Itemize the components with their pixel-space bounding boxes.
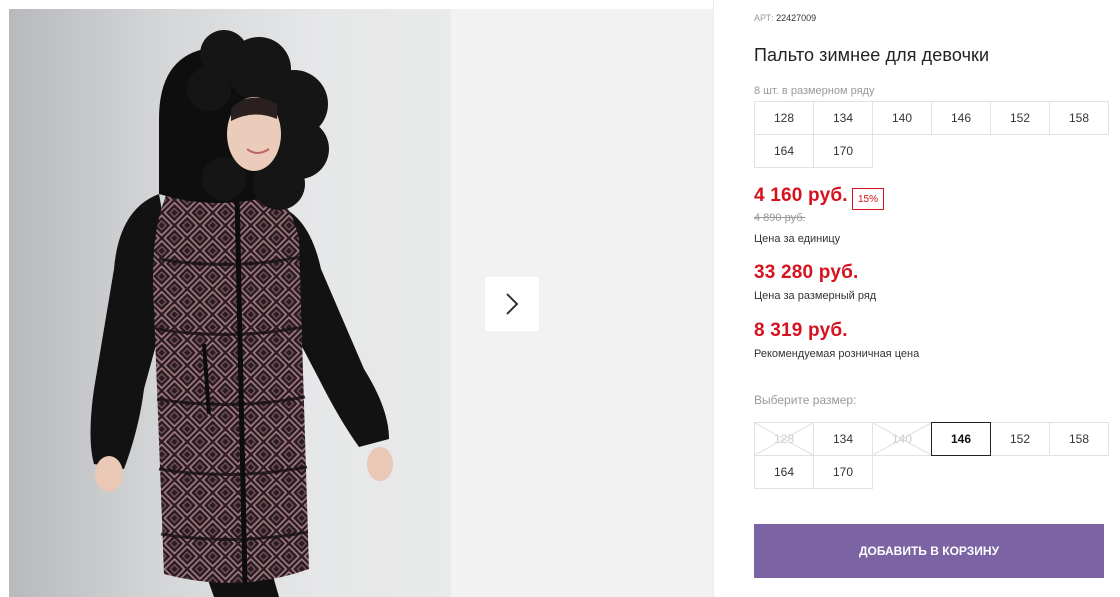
product-gallery bbox=[0, 0, 713, 597]
pack-note: 8 шт. в размерном ряду bbox=[754, 85, 875, 97]
size-option-170[interactable]: 170 bbox=[813, 455, 873, 489]
sku-label: АРТ: bbox=[754, 13, 774, 23]
pack-size-cell: 146 bbox=[931, 101, 991, 135]
cross-out-icon bbox=[873, 423, 931, 455]
pack-price-caption: Цена за размерный ряд bbox=[754, 290, 877, 302]
old-price: 4 890 руб. bbox=[754, 212, 806, 224]
retail-price-caption: Рекомендуемая розничная цена bbox=[754, 348, 920, 360]
pack-size-cell: 152 bbox=[990, 101, 1050, 135]
size-selector-grid: 128 134 140 146 152 158 164 170 bbox=[754, 422, 1109, 489]
pack-size-grid: 128 134 140 146 152 158 164 170 bbox=[754, 101, 1109, 168]
pack-size-cell: 134 bbox=[813, 101, 873, 135]
pack-price: 33 280 руб. bbox=[754, 262, 859, 283]
size-option-140: 140 bbox=[872, 422, 932, 456]
choose-size-label: Выберите размер: bbox=[754, 393, 857, 407]
size-option-164[interactable]: 164 bbox=[754, 455, 814, 489]
panel-divider bbox=[713, 0, 714, 597]
size-option-label: 134 bbox=[832, 432, 854, 446]
size-option-label: 146 bbox=[950, 432, 972, 446]
chevron-right-icon bbox=[506, 293, 519, 315]
size-option-152[interactable]: 152 bbox=[990, 422, 1050, 456]
add-to-cart-button[interactable]: ДОБАВИТЬ В КОРЗИНУ bbox=[754, 524, 1104, 578]
pack-size-cell: 128 bbox=[754, 101, 814, 135]
size-option-label: 164 bbox=[773, 465, 795, 479]
coat-photo-illustration bbox=[90, 30, 393, 597]
size-option-label: 170 bbox=[832, 465, 854, 479]
size-option-134[interactable]: 134 bbox=[813, 422, 873, 456]
size-option-label: 152 bbox=[1009, 432, 1031, 446]
gallery-next-button[interactable] bbox=[485, 277, 539, 331]
sku-value: 22427009 bbox=[776, 13, 817, 23]
cross-out-icon bbox=[755, 423, 813, 455]
unit-price: 4 160 руб. bbox=[754, 185, 848, 206]
pack-size-cell: 170 bbox=[813, 134, 873, 168]
product-title: Пальто зимнее для девочки bbox=[754, 45, 990, 65]
unit-price-caption: Цена за единицу bbox=[754, 233, 841, 245]
size-option-label: 158 bbox=[1068, 432, 1090, 446]
discount-badge: 15% bbox=[852, 188, 885, 210]
pack-size-cell: 164 bbox=[754, 134, 814, 168]
retail-price: 8 319 руб. bbox=[754, 320, 848, 341]
product-sku: АРТ: 22427009 bbox=[754, 13, 816, 23]
size-option-158[interactable]: 158 bbox=[1049, 422, 1109, 456]
size-option-128: 128 bbox=[754, 422, 814, 456]
size-option-146[interactable]: 146 bbox=[931, 422, 991, 456]
product-photo[interactable] bbox=[9, 9, 451, 597]
pack-size-cell: 158 bbox=[1049, 101, 1109, 135]
pack-size-cell: 140 bbox=[872, 101, 932, 135]
